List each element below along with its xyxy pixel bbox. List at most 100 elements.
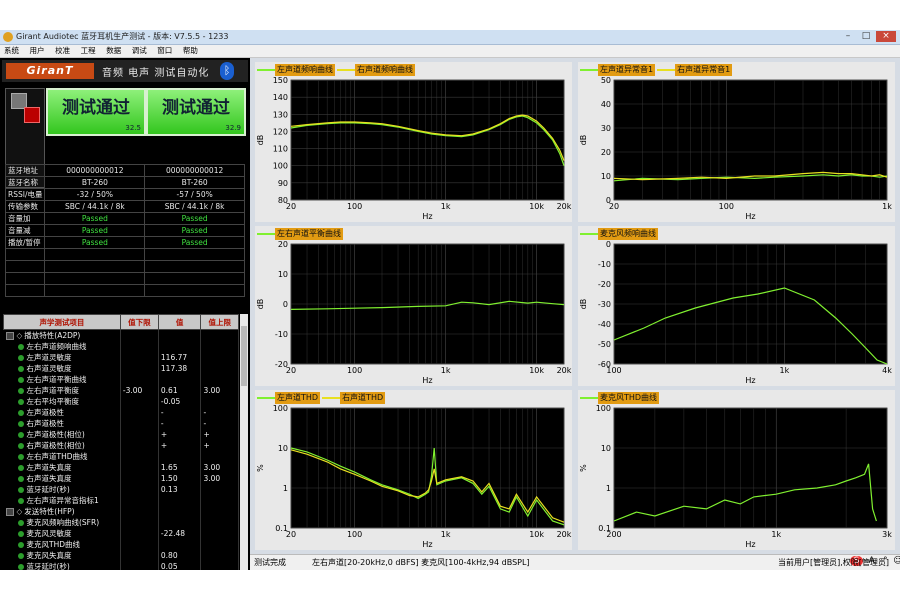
test-high-cell: -	[200, 418, 239, 429]
test-item-row[interactable]: 左右声道频响曲线	[3, 341, 239, 352]
menu-user[interactable]: 用户	[26, 45, 49, 57]
status-test-params: 左右声道[20-20kHz,0 dBFS] 麦克风[100-4kHz,94 dB…	[312, 558, 530, 567]
device-info-left: Passed	[44, 224, 146, 237]
device-info-right	[144, 248, 245, 261]
test-item-row[interactable]: 麦克风频响曲线(SFR)	[3, 517, 239, 528]
test-item-row[interactable]: 麦克风失真度 0.80	[3, 550, 239, 561]
scrollbar-thumb[interactable]	[241, 326, 247, 386]
device-info-left: SBC / 44.1k / 8k	[44, 200, 146, 213]
menu-window[interactable]: 窗口	[153, 45, 176, 57]
test-low-cell	[120, 352, 159, 363]
test-item-row[interactable]: 右声道失真度 1.50 3.00	[3, 473, 239, 484]
status-ok-icon	[17, 366, 24, 372]
y-axis-label: %	[579, 464, 588, 472]
device-info-label	[4, 284, 46, 297]
test-item-row[interactable]: 右声道极性(相位) + +	[3, 440, 239, 451]
tree-toggle-icon[interactable]	[5, 332, 14, 340]
test-item-row[interactable]: 右声道极性 - -	[3, 418, 239, 429]
y-tick-label: 150	[273, 76, 288, 85]
test-item-row[interactable]: 左声道灵敏度 116.77	[3, 352, 239, 363]
menu-debug[interactable]: 调试	[128, 45, 151, 57]
test-name: 右声道灵敏度	[26, 364, 72, 373]
test-name-cell: ◇ 播放特性(A2DP)	[3, 329, 121, 341]
test-low-cell	[120, 329, 159, 341]
x-tick-label: 1k	[780, 366, 790, 375]
legend-label: 右声道频响曲线	[355, 64, 415, 76]
device-info-right: Passed	[144, 224, 245, 237]
test-item-row[interactable]: 麦克风THD曲线	[3, 539, 239, 550]
chart-legend: 左声道THD 右声道THD	[257, 392, 387, 404]
x-tick-label: 100	[347, 366, 362, 375]
device-info-row	[4, 284, 245, 297]
menu-help[interactable]: 帮助	[179, 45, 202, 57]
y-tick-label: -20	[598, 280, 611, 289]
test-item-row[interactable]: 左右声道平衡曲线	[3, 374, 239, 385]
test-high-cell	[200, 484, 239, 495]
test-item-row[interactable]: 左右声道THD曲线	[3, 451, 239, 462]
tree-toggle-icon[interactable]	[5, 508, 14, 516]
test-name-cell: 左右声道THD曲线	[3, 451, 121, 462]
test-item-row[interactable]: 蓝牙延时(秒) 0.05	[3, 561, 239, 570]
test-value-cell: -	[158, 418, 202, 429]
y-tick-label: -50	[598, 340, 611, 349]
test-low-cell	[120, 473, 159, 484]
chart-svg: -60-50-40-30-20-100100 1k 4kHzdB	[579, 240, 892, 385]
legend-swatch	[257, 69, 275, 71]
menu-data[interactable]: 数据	[102, 45, 125, 57]
test-name-cell: 左声道极性	[3, 407, 121, 418]
test-item-row[interactable]: 左右声道异常音指标1	[3, 495, 239, 506]
plot-area	[290, 407, 565, 529]
test-value-cell: 0.61	[158, 385, 202, 396]
test-value-cell: -0.05	[158, 396, 202, 407]
emoji-icon[interactable]: ☺	[893, 556, 900, 566]
device-info-left: -32 / 50%	[44, 188, 146, 201]
chart-svg: 0.1110100200 1k 3kHz%	[579, 404, 892, 549]
minimize-button[interactable]: –	[840, 31, 856, 42]
test-group-row[interactable]: ◇ 播放特性(A2DP)	[3, 329, 239, 341]
test-group-row[interactable]: ◇ 发送特性(HFP)	[3, 506, 239, 517]
test-name-cell: 蓝牙延时(秒)	[3, 561, 121, 570]
y-tick-label: 30	[601, 124, 611, 133]
status-ok-icon	[17, 454, 24, 460]
y-tick-label: 100	[273, 404, 288, 413]
test-name-cell: 左声道极性(相位)	[3, 429, 121, 440]
x-axis-label: Hz	[422, 376, 432, 385]
test-item-row[interactable]: 左声道极性 - -	[3, 407, 239, 418]
device-info-row	[4, 248, 245, 261]
test-high-cell: 3.00	[200, 385, 239, 396]
stop-test-button[interactable]	[24, 107, 40, 123]
device-info-label: 传输参数	[4, 200, 46, 213]
menu-calibrate[interactable]: 校准	[51, 45, 74, 57]
device-info-row: 音量减 Passed Passed	[4, 224, 245, 237]
y-tick-label: 100	[596, 404, 611, 413]
test-item-row[interactable]: 左声道失真度 1.65 3.00	[3, 462, 239, 473]
result-right: 测试通过 32.9	[146, 88, 246, 136]
menu-engineering[interactable]: 工程	[77, 45, 100, 57]
test-value-cell: 117.38	[158, 363, 202, 374]
test-list-scrollbar[interactable]	[240, 314, 248, 570]
test-item-row[interactable]: 左右声道平衡度 -3.00 0.61 3.00	[3, 385, 239, 396]
y-tick-label: 100	[273, 162, 288, 171]
test-high-cell	[200, 517, 239, 528]
test-high-cell	[200, 329, 239, 341]
test-item-row[interactable]: 蓝牙延时(秒) 0.13	[3, 484, 239, 495]
menu-system[interactable]: 系统	[0, 45, 23, 57]
y-tick-label: -40	[598, 320, 611, 329]
test-item-row[interactable]: 左声道极性(相位) + +	[3, 429, 239, 440]
test-name-cell: 左右平均平衡度	[3, 396, 121, 407]
test-name-cell: 右声道极性	[3, 418, 121, 429]
status-bar: 测试完成 左右声道[20-20kHz,0 dBFS] 麦克风[100-4kHz,…	[250, 554, 900, 570]
status-ok-icon	[17, 355, 24, 361]
legend-label: 左右声道平衡曲线	[275, 228, 343, 240]
result-left: 测试通过 32.5	[46, 88, 146, 136]
test-high-cell	[200, 396, 239, 407]
test-item-row[interactable]: 左右平均平衡度 -0.05	[3, 396, 239, 407]
maximize-button[interactable]: □	[858, 31, 874, 42]
test-high-cell	[200, 561, 239, 570]
test-name-cell: 右声道失真度	[3, 473, 121, 484]
test-item-row[interactable]: 麦克风灵敏度 -22.48	[3, 528, 239, 539]
status-ok-icon	[17, 377, 24, 383]
status-ok-icon	[17, 498, 24, 504]
test-item-row[interactable]: 右声道灵敏度 117.38	[3, 363, 239, 374]
close-button[interactable]: ×	[876, 31, 896, 42]
